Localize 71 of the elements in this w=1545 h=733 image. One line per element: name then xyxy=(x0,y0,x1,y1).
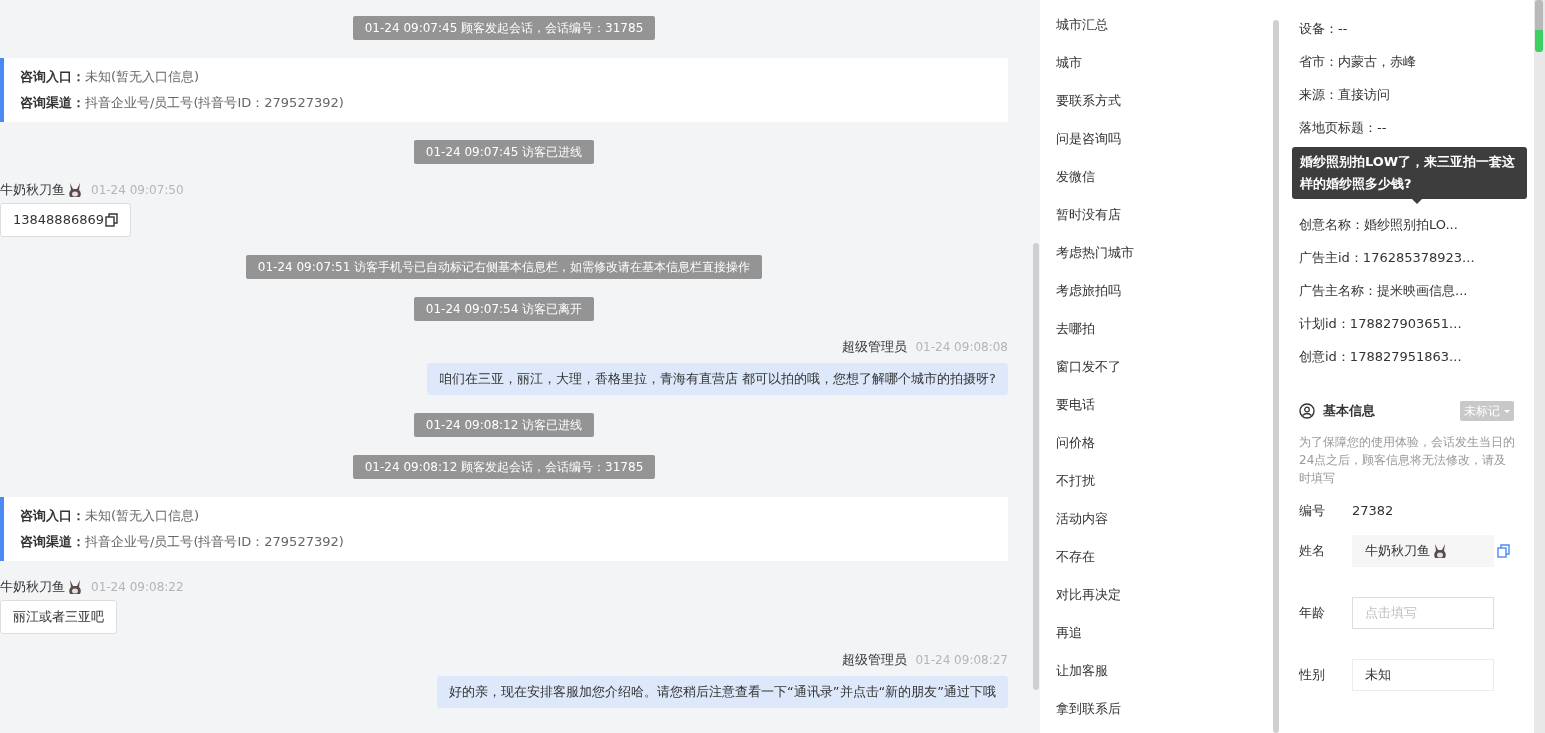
message-bubble: 好的亲，现在安排客服加您介绍哈。请您稍后注意查看一下“通讯录”并点击“新的朋友”通过下哦 xyxy=(437,676,1008,708)
quick-reply-item[interactable]: 活动内容 xyxy=(1056,500,1257,538)
quick-reply-item[interactable]: 问是咨询吗 xyxy=(1056,120,1257,158)
quick-reply-item[interactable]: 考虑旅拍吗 xyxy=(1056,272,1257,310)
rabbit-icon xyxy=(67,182,83,198)
message-time: 01-24 09:08:27 xyxy=(915,652,1008,668)
detail-row-text: 创意名称：婚纱照别拍LO... xyxy=(1299,216,1459,234)
field-label: 性别 xyxy=(1299,665,1326,684)
info-line: 咨询渠道：抖音企业号/员工号(抖音号ID：279527392) xyxy=(20,94,345,112)
info-line: 咨询入口：未知(暂无入口信息) xyxy=(20,507,201,525)
system-notice: 01-24 09:08:12 顾客发起会话，会话编号：31785 xyxy=(352,455,656,479)
user-icon xyxy=(1299,403,1315,419)
section-title: 基本信息 xyxy=(1323,402,1375,421)
notice-text: 为了保障您的使用体验，会话发生当日的24点之后，顾客信息将无法修改，请及时填写 xyxy=(1299,434,1516,487)
quick-reply-item[interactable]: 不打扰 xyxy=(1056,462,1257,500)
detail-row-text: 广告主id：176285378923... xyxy=(1299,249,1476,267)
quick-reply-item[interactable]: 要联系方式 xyxy=(1056,82,1257,120)
rabbit-icon xyxy=(1432,542,1448,559)
field-value: 27382 xyxy=(1352,502,1395,520)
detail-row-text: 省市：内蒙古，赤峰 xyxy=(1299,53,1417,71)
field-label: 姓名 xyxy=(1299,541,1326,560)
quick-reply-item[interactable]: 对比再决定 xyxy=(1056,576,1257,614)
quick-reply-item[interactable]: 拿到联系后 xyxy=(1056,690,1257,728)
info-line: 咨询渠道：抖音企业号/员工号(抖音号ID：279527392) xyxy=(20,533,345,551)
message-text: 丽江或者三亚吧 xyxy=(13,608,104,626)
detail-row-text: 广告主名称：提米映画信息... xyxy=(1299,282,1469,300)
tooltip-text: 婚纱照别拍LOW了，来三亚拍一套这样的婚纱照多少钱? xyxy=(1300,154,1516,191)
select-field[interactable]: 未知 xyxy=(1352,658,1494,691)
sender-name: 牛奶秋刀鱼 xyxy=(0,182,65,198)
system-notice: 01-24 09:07:51 访客手机号已自动标记右侧基本信息栏，如需修改请在基本信息栏直接操作 xyxy=(245,255,763,279)
message-text: 13848886869 xyxy=(13,211,104,229)
quick-reply-item[interactable]: 考虑热门城市 xyxy=(1056,234,1257,272)
message-time: 01-24 09:07:50 xyxy=(91,182,184,198)
quick-reply-item[interactable]: 暂时没有店 xyxy=(1056,196,1257,234)
rabbit-icon xyxy=(67,579,83,595)
quick-reply-item[interactable]: 城市 xyxy=(1056,44,1257,82)
scrollbar-thumb[interactable] xyxy=(1535,0,1543,52)
system-notice: 01-24 09:07:45 访客已进线 xyxy=(413,140,595,164)
quick-reply-item[interactable]: 发微信 xyxy=(1056,158,1257,196)
copy-icon[interactable] xyxy=(105,213,118,227)
detail-row-text: 创意id：178827951863... xyxy=(1299,348,1463,366)
quick-reply-item[interactable]: 让加客服 xyxy=(1056,652,1257,690)
system-notice: 01-24 09:07:45 顾客发起会话，会话编号：31785 xyxy=(352,16,656,40)
input-field[interactable]: 点击填写 xyxy=(1352,596,1494,629)
caret-icon xyxy=(1504,410,1510,413)
scrollbar-thumb[interactable] xyxy=(1033,243,1039,690)
detail-row-text: 落地页标题：-- xyxy=(1299,119,1388,137)
quick-reply-item[interactable]: 要电话 xyxy=(1056,386,1257,424)
field-label: 年龄 xyxy=(1299,603,1326,622)
sender-name: 超级管理员 xyxy=(842,339,908,355)
detail-row-text: 设备：-- xyxy=(1299,20,1349,38)
quick-reply-item[interactable]: 再追 xyxy=(1056,614,1257,652)
message-bubble: 咱们在三亚，丽江，大理，香格里拉，青海有直营店 都可以拍的哦，您想了解哪个城市的拍摄呀? xyxy=(426,363,1008,395)
name-field[interactable]: 牛奶秋刀鱼 xyxy=(1352,534,1494,567)
sender-name: 牛奶秋刀鱼 xyxy=(0,579,65,595)
quick-reply-item[interactable]: 去哪拍 xyxy=(1056,310,1257,348)
quick-reply-item[interactable]: 问价格 xyxy=(1056,424,1257,462)
message-time: 01-24 09:08:22 xyxy=(91,579,184,595)
sender-name: 超级管理员 xyxy=(842,652,908,668)
info-line: 咨询入口：未知(暂无入口信息) xyxy=(20,68,201,86)
message-time: 01-24 09:08:08 xyxy=(915,339,1008,355)
quick-reply-item[interactable]: 城市汇总 xyxy=(1056,6,1257,44)
detail-row-text: 来源：直接访问 xyxy=(1299,86,1391,104)
field-label: 编号 xyxy=(1299,502,1326,520)
quick-reply-item[interactable]: 不存在 xyxy=(1056,538,1257,576)
field-value: 牛奶秋刀鱼 xyxy=(1365,541,1430,560)
system-notice: 01-24 09:08:12 访客已进线 xyxy=(413,413,595,437)
quick-reply-item[interactable]: 窗口发不了 xyxy=(1056,348,1257,386)
scrollbar-thumb[interactable] xyxy=(1273,20,1279,733)
system-notice: 01-24 09:07:54 访客已离开 xyxy=(413,297,595,321)
detail-row-text: 计划id：178827903651... xyxy=(1299,315,1463,333)
